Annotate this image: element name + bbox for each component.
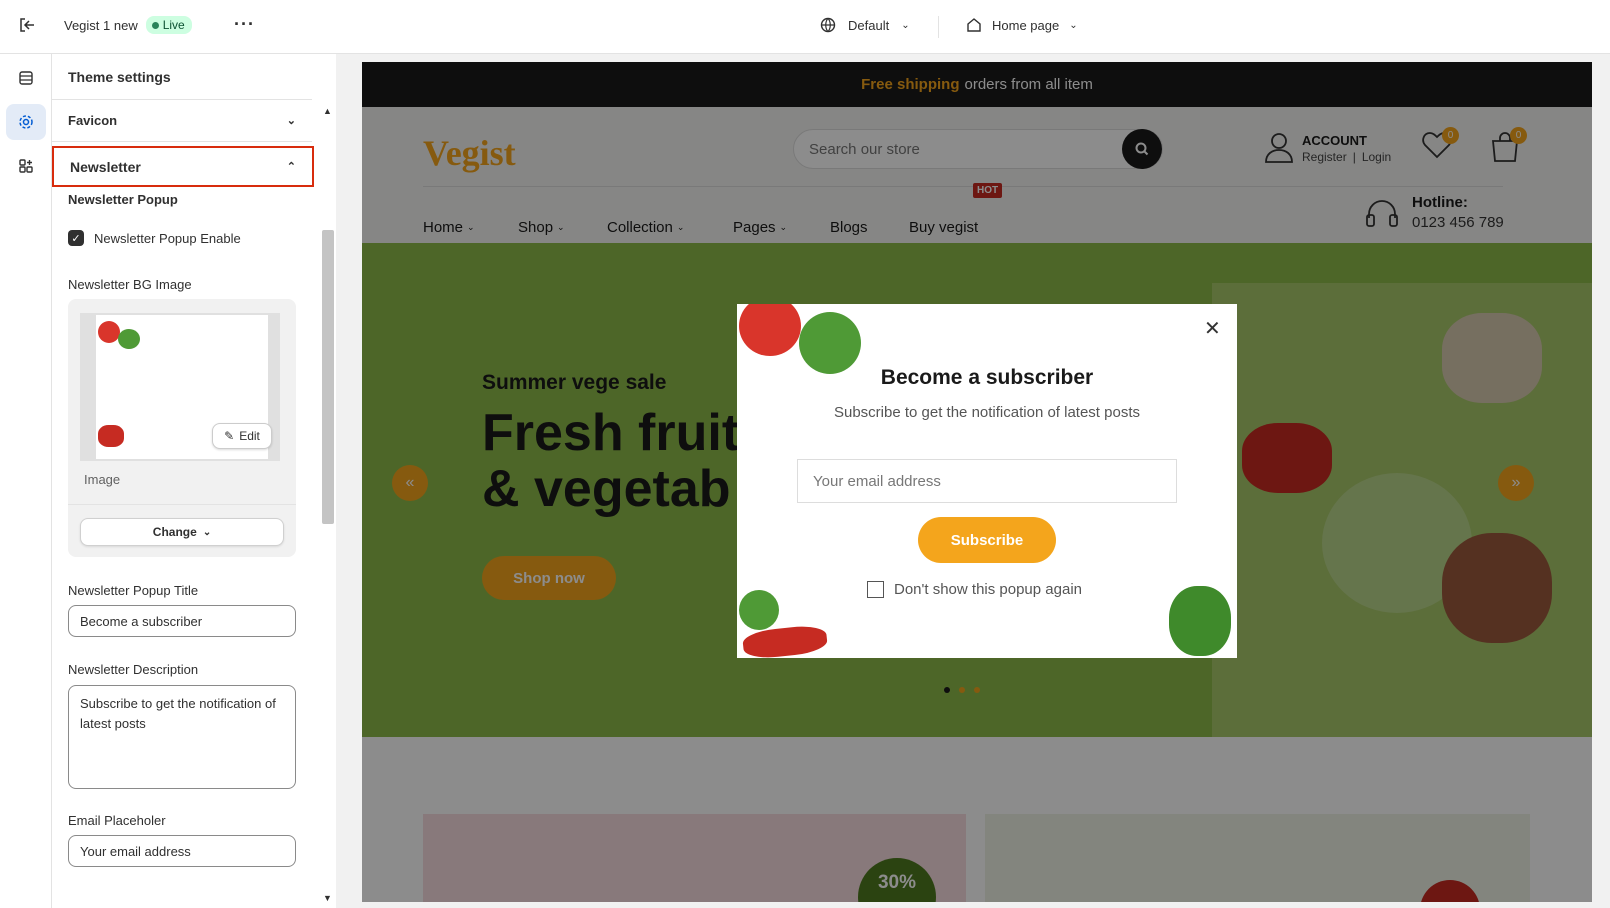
change-image-button[interactable]: Change ⌄ bbox=[80, 518, 284, 546]
leaf-graphic bbox=[118, 329, 140, 349]
theme-name-label: Vegist 1 new bbox=[64, 17, 138, 33]
edit-label: Edit bbox=[239, 429, 260, 443]
panel-scrollbar[interactable] bbox=[322, 230, 334, 524]
bg-image-label: Newsletter BG Image bbox=[68, 277, 192, 292]
theme-name[interactable]: Vegist 1 new Live bbox=[64, 16, 192, 34]
favicon-section[interactable]: Favicon ⌄ bbox=[52, 100, 312, 142]
email-placeholder-label: Email Placeholer bbox=[68, 813, 166, 828]
enable-checkbox[interactable]: ✓ bbox=[68, 230, 84, 246]
chevron-down-icon: ⌄ bbox=[901, 19, 910, 31]
chevron-down-icon: ⌄ bbox=[202, 526, 212, 538]
newsletter-popup: ✕ Become a subscriber Subscribe to get t… bbox=[737, 304, 1237, 658]
newsletter-section[interactable]: Newsletter ⌃ bbox=[52, 146, 314, 187]
home-icon bbox=[967, 18, 981, 32]
editor-topbar: Vegist 1 new Live ··· Default ⌄ Home pag… bbox=[0, 0, 1610, 54]
pepper-graphic bbox=[98, 425, 124, 447]
live-label: Live bbox=[162, 18, 185, 32]
image-caption: Image bbox=[84, 472, 121, 487]
sections-icon[interactable] bbox=[6, 60, 46, 96]
broccoli-graphic bbox=[1169, 586, 1231, 656]
dont-show-checkbox[interactable] bbox=[867, 581, 884, 598]
popup-title-label: Newsletter Popup Title bbox=[68, 583, 199, 598]
description-label: Newsletter Description bbox=[68, 662, 199, 677]
popup-title-input[interactable]: Become a subscriber bbox=[68, 605, 296, 637]
close-icon[interactable]: ✕ bbox=[1204, 316, 1221, 341]
image-picker: ✎ Edit Image Change ⌄ bbox=[68, 299, 296, 557]
locale-label: Default bbox=[848, 17, 890, 33]
locale-selector[interactable]: Default ⌄ bbox=[820, 17, 910, 33]
more-icon[interactable]: ··· bbox=[234, 14, 255, 35]
popup-title: Become a subscriber bbox=[880, 366, 1094, 389]
change-label: Change bbox=[152, 525, 197, 539]
divider bbox=[68, 504, 296, 505]
subscribe-button[interactable]: Subscribe bbox=[918, 517, 1056, 563]
enable-checkbox-row[interactable]: ✓ Newsletter Popup Enable bbox=[68, 230, 241, 246]
settings-panel: Theme settings Favicon ⌄ Newsletter ⌃ Ne… bbox=[52, 54, 336, 908]
newsletter-label: Newsletter bbox=[70, 158, 141, 175]
leaf-graphic bbox=[799, 312, 861, 374]
globe-icon bbox=[820, 17, 836, 33]
exit-icon[interactable] bbox=[18, 16, 36, 34]
image-thumb-frame: ✎ Edit bbox=[80, 313, 280, 461]
editor-rail bbox=[0, 54, 52, 908]
edit-image-button[interactable]: ✎ Edit bbox=[212, 423, 272, 449]
gear-icon[interactable] bbox=[6, 104, 46, 140]
scroll-up-icon[interactable]: ▲ bbox=[323, 106, 332, 116]
favicon-label: Favicon bbox=[68, 113, 118, 128]
enable-label: Newsletter Popup Enable bbox=[94, 230, 241, 246]
dont-show-label: Don't show this popup again bbox=[894, 581, 1082, 598]
tomato-graphic bbox=[98, 321, 120, 343]
live-badge: Live bbox=[145, 16, 192, 34]
tomato-graphic bbox=[739, 304, 801, 356]
chevron-down-icon: ⌄ bbox=[286, 115, 296, 127]
popup-description: Subscribe to get the notification of lat… bbox=[833, 404, 1140, 421]
divider bbox=[938, 16, 939, 38]
pencil-icon: ✎ bbox=[224, 429, 235, 443]
panel-header: Theme settings bbox=[52, 54, 312, 100]
dont-show-row[interactable]: Don't show this popup again bbox=[867, 581, 1082, 598]
newsletter-popup-heading: Newsletter Popup bbox=[68, 192, 178, 207]
description-textarea[interactable]: Subscribe to get the notification of lat… bbox=[68, 685, 296, 789]
leaf-graphic bbox=[739, 590, 779, 630]
email-placeholder-input[interactable]: Your email address bbox=[68, 835, 296, 867]
chevron-up-icon: ⌃ bbox=[286, 161, 296, 173]
scroll-down-icon[interactable]: ▼ bbox=[323, 893, 332, 903]
page-label: Home page bbox=[992, 17, 1060, 33]
apps-icon[interactable] bbox=[6, 148, 46, 184]
chevron-down-icon: ⌄ bbox=[1069, 19, 1078, 31]
page-selector[interactable]: Home page ⌄ bbox=[966, 17, 1078, 33]
panel-title: Theme settings bbox=[68, 68, 171, 85]
live-dot bbox=[151, 21, 159, 29]
popup-email-input[interactable]: Your email address bbox=[797, 459, 1177, 503]
